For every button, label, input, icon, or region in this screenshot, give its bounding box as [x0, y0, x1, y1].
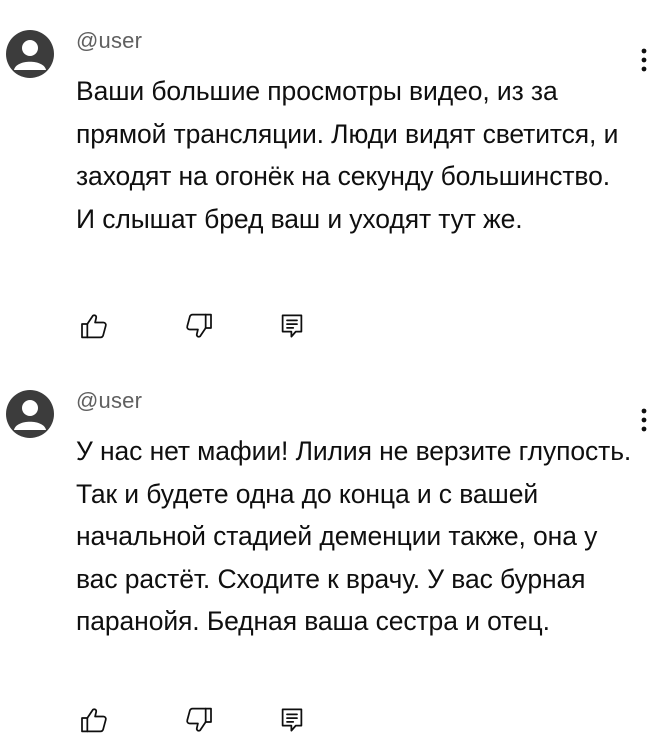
reply-button[interactable] [272, 306, 312, 346]
comment-author[interactable]: @user [76, 388, 142, 414]
comment-author[interactable]: @user [76, 28, 142, 54]
like-button[interactable] [74, 700, 114, 740]
comment-text: Ваши большие просмотры видео, из за прям… [76, 76, 619, 234]
dislike-button[interactable] [179, 700, 219, 740]
avatar-icon[interactable] [6, 30, 54, 78]
thumb-up-icon [81, 708, 107, 733]
comment-text: У нас нет мафии! Лилия не верзите глупос… [76, 436, 632, 636]
thumb-down-icon [186, 707, 212, 732]
reply-icon [281, 314, 303, 338]
avatar-icon[interactable] [6, 390, 54, 438]
like-button[interactable] [74, 306, 114, 346]
reply-button[interactable] [272, 700, 312, 740]
thumb-down-icon [186, 313, 212, 338]
dislike-button[interactable] [179, 306, 219, 346]
reply-icon [281, 708, 303, 732]
thumb-up-icon [81, 314, 107, 339]
